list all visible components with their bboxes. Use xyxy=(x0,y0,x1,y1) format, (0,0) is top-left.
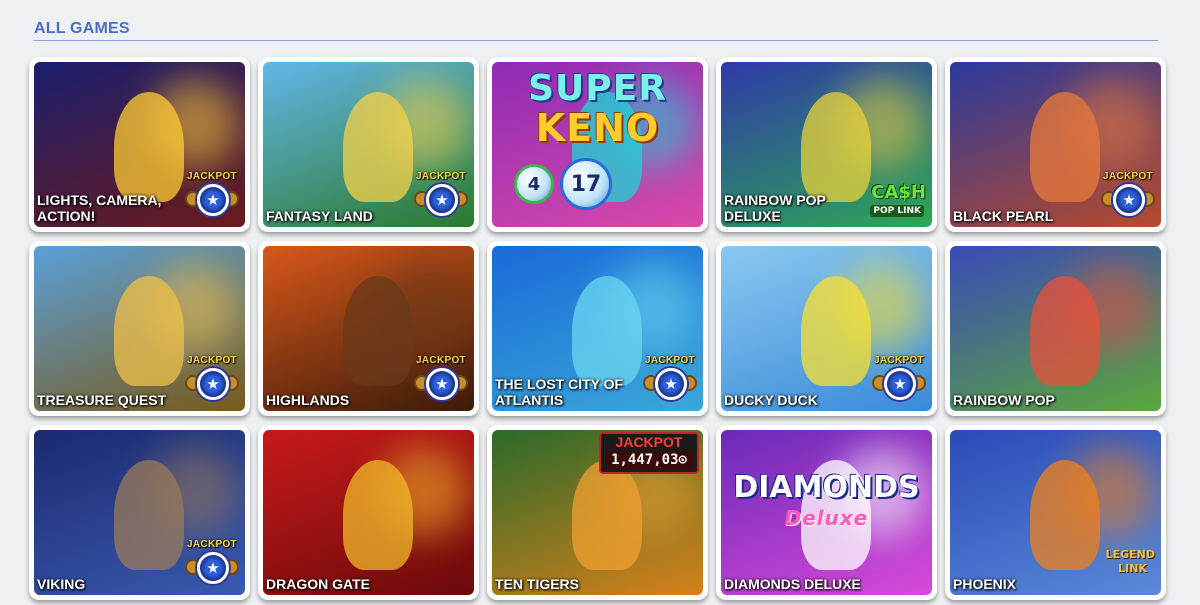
diamonds-logo-subtitle: Deluxe xyxy=(784,506,869,530)
game-title: DUCKY DUCK xyxy=(724,392,818,408)
game-thumbnail: LEGEND LINK xyxy=(950,430,1161,595)
jackpot-badge: JACKPOT ★ xyxy=(185,171,239,219)
game-thumbnail: JACKPOT ★ xyxy=(34,246,245,411)
art-figure xyxy=(114,459,185,570)
game-tile[interactable]: JACKPOT ★ TREASURE QUEST xyxy=(29,241,250,416)
game-title: RAINBOW POP DELUXE xyxy=(724,192,826,224)
game-tile[interactable]: JACKPOT 1,447,03⊙ TEN TIGERS xyxy=(487,425,708,600)
star-icon: ★ xyxy=(655,368,687,400)
game-thumbnail: JACKPOT ★ xyxy=(263,246,474,411)
game-tile[interactable]: CA$H POP LINK RAINBOW POP DELUXE xyxy=(716,57,937,232)
jackpot-badge: JACKPOT ★ xyxy=(414,355,468,403)
jackpot-badge: JACKPOT ★ xyxy=(185,355,239,403)
art-figure xyxy=(801,275,872,386)
game-tile[interactable]: JACKPOT ★ HIGHLANDS xyxy=(258,241,479,416)
game-tile[interactable]: DIAMONDS Deluxe DIAMONDS DELUXE xyxy=(716,425,937,600)
keno-ball: 4 xyxy=(514,164,554,204)
jackpot-badge-label: JACKPOT xyxy=(416,355,466,366)
jackpot-badge-label: JACKPOT xyxy=(1103,171,1153,182)
game-title: FANTASY LAND xyxy=(266,208,373,224)
art-figure xyxy=(801,91,872,202)
jackpot-badge: JACKPOT ★ xyxy=(1101,171,1155,219)
star-icon: ★ xyxy=(426,368,458,400)
jackpot-badge-label: JACKPOT xyxy=(416,171,466,182)
game-tile[interactable]: JACKPOT ★ DUCKY DUCK xyxy=(716,241,937,416)
jackpot-badge: JACKPOT ★ xyxy=(185,539,239,587)
game-title: DRAGON GATE xyxy=(266,576,370,592)
game-title: TEN TIGERS xyxy=(495,576,580,592)
jackpot-badge: JACKPOT ★ xyxy=(414,171,468,219)
art-figure xyxy=(114,275,185,386)
game-thumbnail: JACKPOT 1,447,03⊙ xyxy=(492,430,703,595)
game-tile[interactable]: JACKPOT ★ VIKING xyxy=(29,425,250,600)
game-title: LIGHTS, CAMERA, ACTION! xyxy=(37,192,162,224)
game-tile[interactable]: SUPER KENO 4 17 xyxy=(487,57,708,232)
art-figure xyxy=(1030,459,1101,570)
art-figure xyxy=(1030,91,1101,202)
game-thumbnail: JACKPOT ★ xyxy=(721,246,932,411)
game-tile[interactable]: JACKPOT ★ FANTASY LAND xyxy=(258,57,479,232)
star-icon: ★ xyxy=(1113,184,1145,216)
game-title: HIGHLANDS xyxy=(266,392,350,408)
game-tile[interactable]: JACKPOT ★ LIGHTS, CAMERA, ACTION! xyxy=(29,57,250,232)
game-thumbnail xyxy=(950,246,1161,411)
art-figure xyxy=(572,275,643,386)
game-title: THE LOST CITY OF ATLANTIS xyxy=(495,376,624,408)
keno-ball: 17 xyxy=(560,158,612,210)
art-figure xyxy=(343,91,414,202)
cash-pop-link-logo: CA$H xyxy=(871,182,926,203)
game-thumbnail: JACKPOT ★ xyxy=(34,430,245,595)
section-title: ALL GAMES xyxy=(34,20,130,37)
star-icon: ★ xyxy=(884,368,916,400)
art-figure xyxy=(343,459,414,570)
game-title: BLACK PEARL xyxy=(953,208,1054,224)
game-title: RAINBOW POP xyxy=(953,392,1055,408)
game-thumbnail xyxy=(263,430,474,595)
jackpot-badge: JACKPOT ★ xyxy=(872,355,926,403)
game-title: VIKING xyxy=(37,576,86,592)
star-icon: ★ xyxy=(197,184,229,216)
game-tile[interactable]: JACKPOT ★ THE LOST CITY OF ATLANTIS xyxy=(487,241,708,416)
star-icon: ★ xyxy=(197,368,229,400)
jackpot-badge-label: JACKPOT xyxy=(874,355,924,366)
game-tile[interactable]: LEGEND LINK PHOENIX xyxy=(945,425,1166,600)
games-grid: JACKPOT ★ LIGHTS, CAMERA, ACTION! JACKPOT ★ F… xyxy=(29,57,1166,600)
game-thumbnail: SUPER KENO 4 17 xyxy=(492,62,703,227)
art-figure xyxy=(572,459,643,570)
legend-link-logo: LEGEND xyxy=(1105,548,1155,561)
cash-pop-link-subtitle: POP LINK xyxy=(870,205,924,217)
game-tile[interactable]: JACKPOT ★ BLACK PEARL xyxy=(945,57,1166,232)
game-title: TREASURE QUEST xyxy=(37,392,167,408)
jackpot-meter-label: JACKPOT xyxy=(615,434,683,450)
jackpot-badge-label: JACKPOT xyxy=(187,171,237,182)
jackpot-badge-label: JACKPOT xyxy=(187,539,237,550)
star-icon: ★ xyxy=(197,552,229,584)
art-figure xyxy=(1030,275,1101,386)
legend-link-logo-sub: LINK xyxy=(1118,562,1147,575)
jackpot-meter: JACKPOT 1,447,03⊙ xyxy=(599,432,699,474)
game-thumbnail: DIAMONDS Deluxe xyxy=(721,430,932,595)
game-title: DIAMONDS DELUXE xyxy=(724,576,861,592)
art-figure xyxy=(343,275,414,386)
diamonds-logo-title: DIAMONDS xyxy=(733,470,920,505)
game-title: PHOENIX xyxy=(953,576,1017,592)
keno-title-top: SUPER xyxy=(528,68,667,109)
jackpot-meter-amount: 1,447,03⊙ xyxy=(605,451,693,469)
game-thumbnail: JACKPOT ★ xyxy=(950,62,1161,227)
section-divider xyxy=(34,40,1158,41)
game-tile[interactable]: RAINBOW POP xyxy=(945,241,1166,416)
jackpot-badge: JACKPOT ★ xyxy=(643,355,697,403)
jackpot-badge-label: JACKPOT xyxy=(187,355,237,366)
all-games-page: ALL GAMES JACKPOT ★ LIGHTS, CAMERA, ACTION… xyxy=(0,0,1200,605)
star-icon: ★ xyxy=(426,184,458,216)
art-figure xyxy=(114,91,185,202)
game-tile[interactable]: DRAGON GATE xyxy=(258,425,479,600)
jackpot-badge-label: JACKPOT xyxy=(645,355,695,366)
keno-title-bottom: KENO xyxy=(535,106,660,150)
game-thumbnail: JACKPOT ★ xyxy=(263,62,474,227)
